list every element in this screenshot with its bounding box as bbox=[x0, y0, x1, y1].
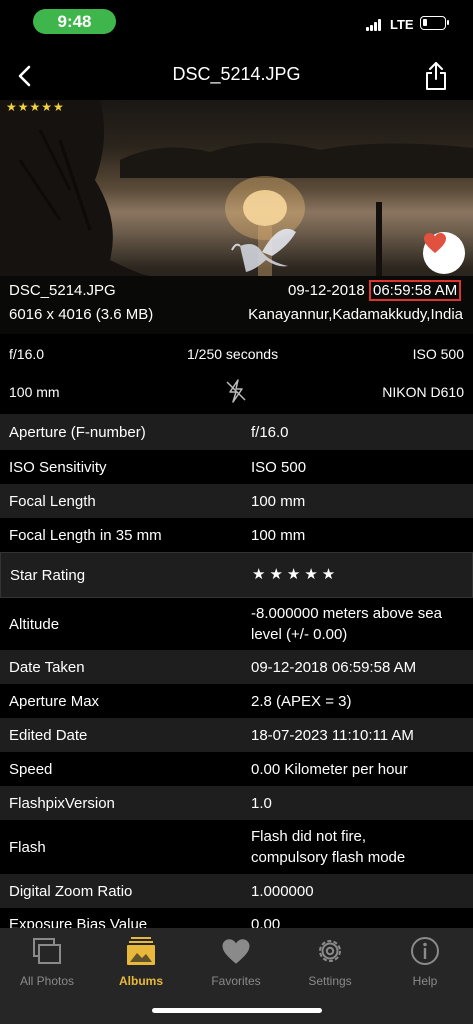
row-value: 0.00 Kilometer per hour bbox=[251, 761, 408, 778]
status-bar: 9:48 LTE bbox=[0, 0, 473, 46]
quick-camera: NIKON D610 bbox=[382, 384, 464, 400]
row-value: f/16.0 bbox=[251, 424, 289, 441]
row-key: Date Taken bbox=[9, 659, 85, 676]
row-value: 18-07-2023 11:10:11 AM bbox=[251, 727, 414, 744]
row-value: 2.8 (APEX = 3) bbox=[251, 693, 352, 710]
table-row: Flash Flash did not fire, compulsory fla… bbox=[0, 820, 473, 874]
tab-all-photos[interactable]: All Photos bbox=[0, 934, 94, 994]
tab-albums[interactable]: Albums bbox=[94, 934, 188, 994]
table-row: Star Rating ★★★★★ bbox=[0, 552, 473, 598]
photo-resolution: 6016 x 4016 (3.6 MB) bbox=[9, 306, 154, 323]
battery-icon bbox=[420, 16, 449, 30]
tab-label: Help bbox=[412, 974, 438, 988]
chevron-left-icon bbox=[18, 65, 31, 87]
row-value: 1.0 bbox=[251, 795, 272, 812]
table-row: Edited Date 18-07-2023 11:10:11 AM bbox=[0, 718, 473, 752]
photo-date: 09-12-2018 bbox=[288, 282, 365, 299]
photo-time-highlight: 06:59:58 AM bbox=[369, 280, 462, 301]
row-key: Focal Length in 35 mm bbox=[9, 527, 162, 544]
row-key: Aperture Max bbox=[9, 693, 100, 710]
heart-icon bbox=[222, 938, 250, 964]
table-row: Aperture (F-number) f/16.0 bbox=[0, 414, 473, 450]
row-value-line: level (+/- 0.00) bbox=[251, 626, 348, 643]
table-row: Speed 0.00 Kilometer per hour bbox=[0, 752, 473, 786]
share-button[interactable] bbox=[420, 58, 452, 94]
quick-iso: ISO 500 bbox=[412, 346, 464, 362]
tab-label: Favorites bbox=[211, 974, 261, 988]
back-button[interactable] bbox=[8, 60, 40, 92]
table-row: Focal Length 100 mm bbox=[0, 484, 473, 518]
table-row: Digital Zoom Ratio 1.000000 bbox=[0, 874, 473, 908]
nav-bar: DSC_5214.JPG bbox=[0, 50, 473, 102]
albums-icon bbox=[127, 937, 155, 965]
tab-settings[interactable]: Settings bbox=[283, 934, 377, 994]
table-row: Aperture Max 2.8 (APEX = 3) bbox=[0, 684, 473, 718]
quick-shutter: 1/250 seconds bbox=[187, 346, 279, 362]
table-row: ISO Sensitivity ISO 500 bbox=[0, 450, 473, 484]
row-key: Altitude bbox=[9, 616, 60, 633]
page-title: DSC_5214.JPG bbox=[172, 64, 301, 84]
quick-focal: 100 mm bbox=[9, 384, 60, 400]
photo-preview[interactable]: ★★★★★ DSC_5214.JPG 6016 x 4016 (3.6 MB) … bbox=[0, 100, 473, 334]
tab-favorites[interactable]: Favorites bbox=[189, 934, 283, 994]
tab-label: All Photos bbox=[19, 974, 75, 988]
photo-info-overlay: DSC_5214.JPG 6016 x 4016 (3.6 MB) 09-12-… bbox=[0, 276, 473, 334]
star-rating-stars[interactable]: ★★★★★ bbox=[252, 557, 467, 593]
flash-off-icon bbox=[226, 379, 246, 403]
quick-aperture: f/16.0 bbox=[9, 346, 45, 362]
row-value: ISO 500 bbox=[251, 459, 307, 476]
row-value: -8.000000 meters above sea level (+/- 0.… bbox=[251, 603, 466, 645]
table-row: Focal Length in 35 mm 100 mm bbox=[0, 518, 473, 552]
row-key: Focal Length bbox=[9, 493, 96, 510]
tab-bar: All Photos Albums Favorites Settings Hel… bbox=[0, 928, 473, 1024]
favorite-button[interactable] bbox=[423, 232, 465, 274]
row-value: Flash did not fire, compulsory flash mod… bbox=[251, 826, 466, 868]
quick-info: f/16.0 1/250 seconds ISO 500 100 mm NIKO… bbox=[0, 334, 473, 410]
table-row: Date Taken 09-12-2018 06:59:58 AM bbox=[0, 650, 473, 684]
row-value-line: Flash did not fire, bbox=[251, 828, 367, 845]
table-row: FlashpixVersion 1.0 bbox=[0, 786, 473, 820]
row-key: Aperture (F-number) bbox=[9, 424, 146, 441]
table-row: Altitude -8.000000 meters above sea leve… bbox=[0, 598, 473, 650]
photos-stack-icon bbox=[33, 938, 61, 964]
row-key: FlashpixVersion bbox=[9, 795, 115, 812]
row-value: 1.000000 bbox=[251, 883, 314, 900]
heart-icon bbox=[424, 233, 446, 253]
photo-filename: DSC_5214.JPG bbox=[9, 282, 116, 299]
network-type: LTE bbox=[390, 17, 414, 32]
row-value-line: compulsory flash mode bbox=[251, 849, 406, 866]
row-value: 09-12-2018 06:59:58 AM bbox=[251, 659, 417, 676]
tab-label: Settings bbox=[308, 974, 352, 988]
gear-icon bbox=[319, 940, 341, 962]
status-time: 9:48 bbox=[33, 9, 116, 34]
row-key: Star Rating bbox=[10, 567, 86, 584]
row-value-line: -8.000000 meters above sea bbox=[251, 605, 442, 622]
photo-rating-stars: ★★★★★ bbox=[6, 100, 65, 114]
row-value: 100 mm bbox=[251, 493, 306, 510]
row-value: 100 mm bbox=[251, 527, 306, 544]
signal-icon bbox=[366, 19, 383, 31]
info-icon bbox=[411, 937, 439, 965]
home-indicator bbox=[152, 1008, 322, 1013]
row-key: Digital Zoom Ratio bbox=[9, 883, 133, 900]
tab-label: Albums bbox=[118, 974, 163, 988]
row-key: Flash bbox=[9, 839, 46, 856]
row-key: ISO Sensitivity bbox=[9, 459, 107, 476]
photo-location: Kanayannur,Kadamakkudy,India bbox=[248, 306, 463, 323]
share-icon bbox=[426, 62, 446, 90]
row-key: Speed bbox=[9, 761, 53, 778]
row-key: Edited Date bbox=[9, 727, 88, 744]
tab-help[interactable]: Help bbox=[378, 934, 472, 994]
